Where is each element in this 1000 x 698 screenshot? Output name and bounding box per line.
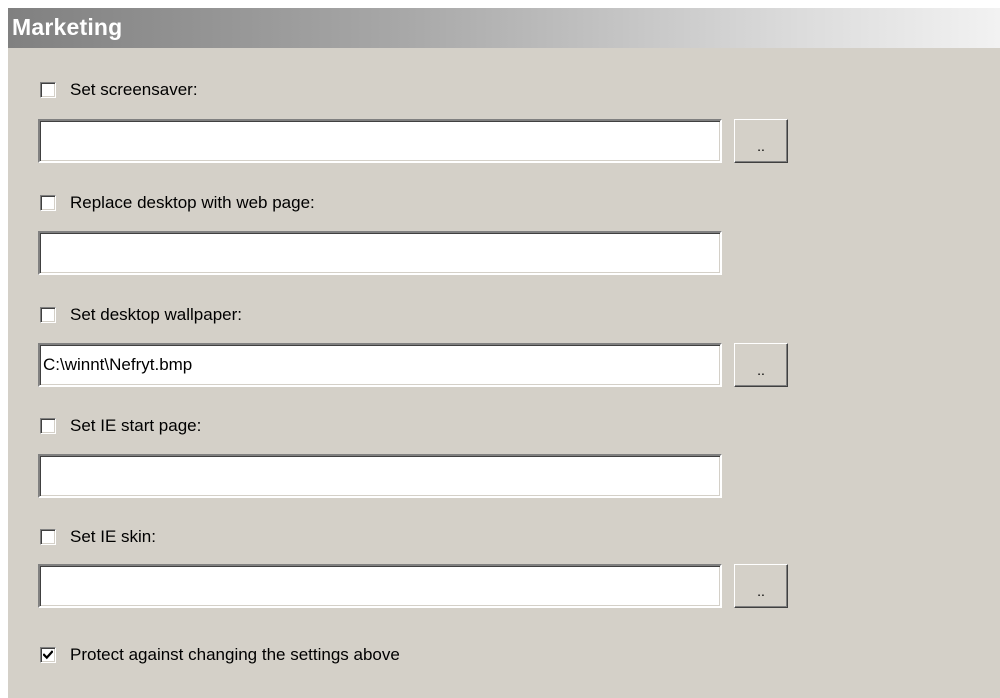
- webpage-checkbox[interactable]: [40, 195, 56, 211]
- screensaver-path-input[interactable]: [38, 119, 722, 163]
- ie-start-checkbox[interactable]: [40, 418, 56, 434]
- ie-skin-label: Set IE skin:: [70, 527, 156, 546]
- wallpaper-checkbox[interactable]: [40, 307, 56, 323]
- screensaver-checkbox[interactable]: [40, 82, 56, 98]
- ie-skin-browse-button[interactable]: ..: [734, 564, 788, 608]
- screensaver-browse-button[interactable]: ..: [734, 119, 788, 163]
- webpage-label: Replace desktop with web page:: [70, 193, 315, 212]
- ie-start-label: Set IE start page:: [70, 416, 202, 435]
- ie-skin-checkbox[interactable]: [40, 529, 56, 545]
- marketing-panel: Marketing Set screensaver: .. Replace de…: [8, 8, 1000, 698]
- ie-start-url-input[interactable]: [38, 454, 722, 498]
- ie-skin-row: Set IE skin:: [40, 525, 156, 549]
- section-header: Marketing: [8, 8, 1000, 48]
- wallpaper-browse-button[interactable]: ..: [734, 343, 788, 387]
- wallpaper-path-input[interactable]: [38, 343, 722, 387]
- screensaver-row: Set screensaver:: [40, 78, 198, 102]
- section-title: Marketing: [12, 14, 123, 40]
- ie-start-row: Set IE start page:: [40, 414, 201, 438]
- wallpaper-label: Set desktop wallpaper:: [70, 305, 242, 324]
- checkmark-icon: [43, 650, 53, 660]
- webpage-url-input[interactable]: [38, 231, 722, 275]
- protect-label: Protect against changing the settings ab…: [70, 645, 400, 664]
- ie-skin-path-input[interactable]: [38, 564, 722, 608]
- wallpaper-row: Set desktop wallpaper:: [40, 303, 242, 327]
- webpage-row: Replace desktop with web page:: [40, 191, 315, 215]
- protect-row: Protect against changing the settings ab…: [40, 643, 400, 667]
- protect-checkbox[interactable]: [40, 647, 56, 663]
- screensaver-label: Set screensaver:: [70, 80, 198, 99]
